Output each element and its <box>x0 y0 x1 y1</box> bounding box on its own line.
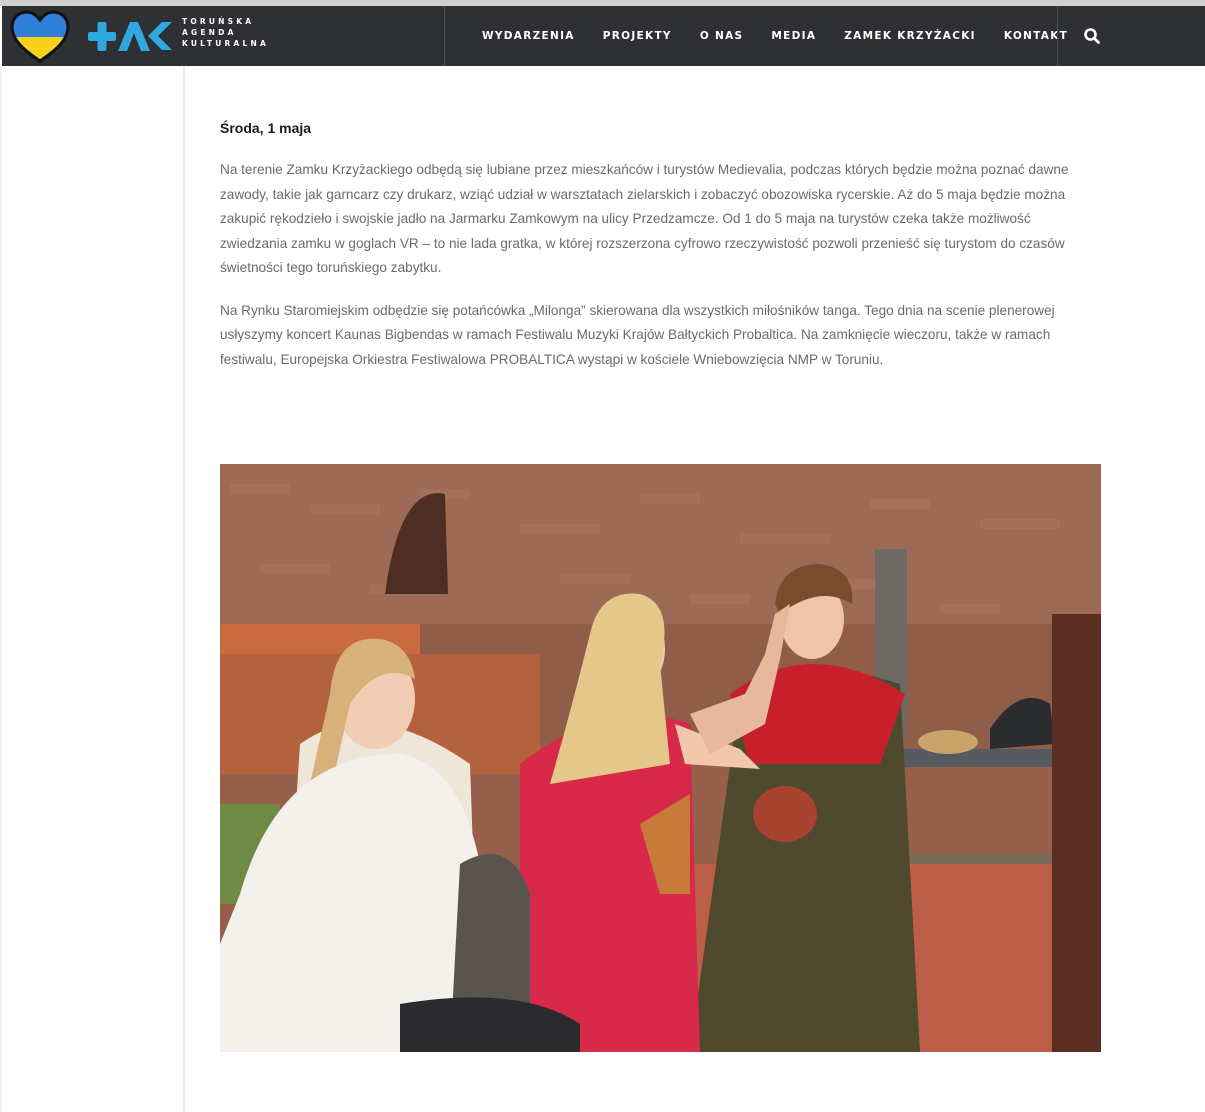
search-icon[interactable] <box>1080 24 1104 48</box>
date-heading: Środa, 1 maja <box>220 120 312 136</box>
nav-divider <box>444 6 445 66</box>
nav-item-projekty[interactable]: PROJEKTY <box>589 30 686 42</box>
nav-item-kontakt[interactable]: KONTAKT <box>990 30 1082 42</box>
article-content: Środa, 1 maja Na terenie Zamku Krzyżacki… <box>220 120 1090 390</box>
nav-item-media[interactable]: MEDIA <box>757 30 830 42</box>
logo-line: TORUŃSKA <box>182 17 255 26</box>
main-nav: WYDARZENIA PROJEKTY O NAS MEDIA ZAMEK KR… <box>468 6 1082 66</box>
page-left-edge <box>0 66 2 1112</box>
article-paragraph: Na terenie Zamku Krzyżackiego odbędą się… <box>220 162 1069 275</box>
logo-line: KULTURALNA <box>182 39 269 48</box>
logo-line: AGENDA <box>182 28 237 37</box>
article-paragraph: Na Rynku Staromiejskim odbędzie się pota… <box>220 302 1055 367</box>
logo-wordmark[interactable]: TORUŃSKA AGENDA KULTURALNA <box>182 16 292 49</box>
heart-logo-icon[interactable] <box>8 7 72 65</box>
article-photo[interactable] <box>220 464 1101 1052</box>
nav-item-zamek-krzyzacki[interactable]: ZAMEK KRZYŻACKI <box>830 30 990 42</box>
medieval-dancers-photo <box>220 464 1101 1052</box>
nav-item-o-nas[interactable]: O NAS <box>686 30 758 42</box>
site-header: TORUŃSKA AGENDA KULTURALNA WYDARZENIA PR… <box>2 6 1205 66</box>
tak-logo-mark-icon[interactable] <box>86 18 174 54</box>
nav-item-wydarzenia[interactable]: WYDARZENIA <box>468 30 589 42</box>
content-left-border <box>183 66 185 1112</box>
nav-divider <box>1057 6 1058 66</box>
